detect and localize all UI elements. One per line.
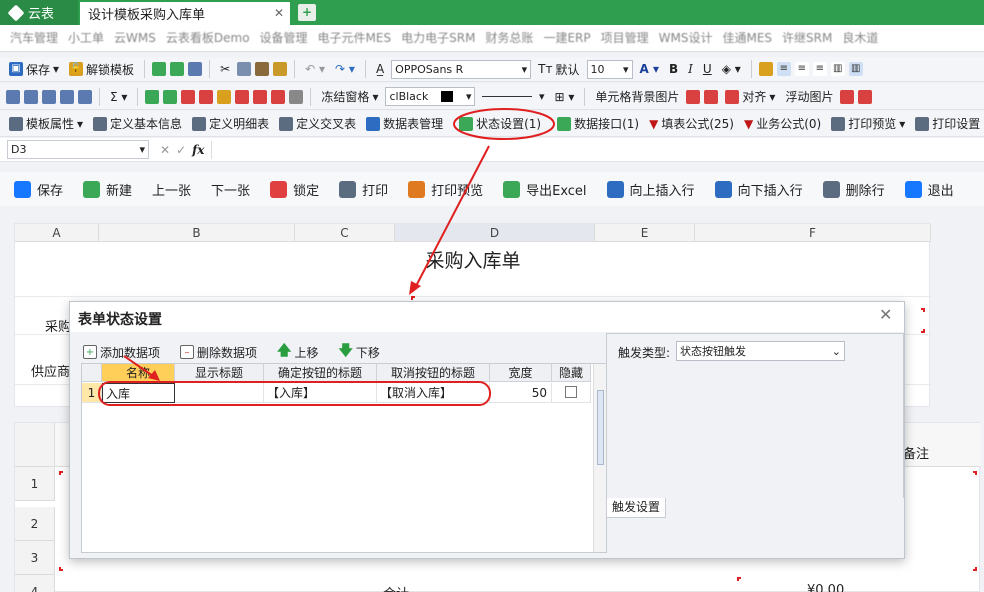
row-highlight [98,381,491,406]
state-button-highlight [453,108,555,140]
annotation-overlay [98,108,555,406]
annotation-arrow2-line [123,355,154,377]
annotation-arrow2-head [148,370,160,381]
annotation-arrow-head [409,281,421,295]
annotation-arrow-line [414,145,490,289]
